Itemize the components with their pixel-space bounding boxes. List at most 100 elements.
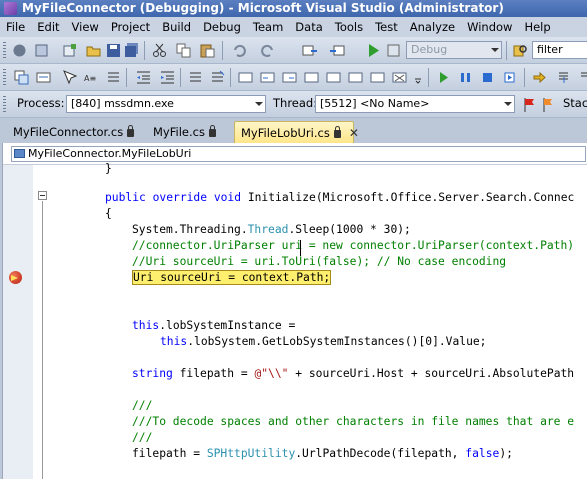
menu-team[interactable]: Team	[247, 17, 289, 37]
next-bookmark-document-icon[interactable]	[370, 70, 385, 85]
show-list-icon[interactable]	[106, 70, 121, 85]
code-editor[interactable]: MyFileConnector.MyFileLobUri } public ov…	[2, 143, 587, 479]
navigate-back-icon[interactable]	[12, 43, 27, 58]
show-next-statement-icon[interactable]	[532, 70, 547, 85]
lock-icon	[208, 125, 216, 137]
close-icon[interactable]: ✕	[349, 122, 359, 144]
class-icon	[14, 149, 25, 158]
debug-location-toolbar: Process: [840] mssdmn.exe Thread: [5512]…	[0, 91, 587, 118]
navigation-bar: MyFileConnector.MyFileLobUri	[3, 143, 587, 165]
previous-bookmark-icon[interactable]	[260, 70, 275, 85]
save-all-icon[interactable]	[124, 43, 139, 58]
paste-icon[interactable]	[200, 43, 215, 58]
attach-icon[interactable]	[386, 43, 401, 58]
menu-data[interactable]: Data	[289, 17, 328, 37]
current-statement: Uri sourceUri = context.Path;	[132, 270, 332, 285]
code-line: this.lobSystem.GetLobSystemInstances()[0…	[160, 335, 487, 348]
collapse-outline-icon[interactable]	[38, 191, 47, 200]
current-statement-arrow-icon	[11, 275, 18, 281]
toolbar-separator	[524, 68, 525, 87]
process-label: Process:	[17, 96, 65, 110]
code-line: string filepath = @"\\" + sourceUri.Host…	[132, 367, 575, 380]
document-tab-strip: MyFileConnector.cs MyFile.cs MyFileLobUr…	[0, 118, 587, 143]
show-flagged-threads-icon[interactable]	[541, 97, 556, 112]
menu-debug[interactable]: Debug	[197, 17, 247, 37]
code-line: ///To decode spaces and other characters…	[132, 415, 575, 428]
toolbar-grip[interactable]	[3, 69, 6, 86]
continue-icon[interactable]	[436, 70, 451, 85]
quick-info-icon[interactable]	[62, 70, 78, 85]
redo-icon[interactable]	[260, 43, 275, 58]
navigate-forward-icon[interactable]	[330, 43, 345, 58]
previous-bookmark-document-icon[interactable]	[348, 70, 363, 85]
lock-icon	[127, 125, 135, 137]
previous-bookmark-folder-icon[interactable]	[304, 70, 319, 85]
copy-icon[interactable]	[176, 43, 191, 58]
menu-file[interactable]: File	[0, 17, 31, 37]
process-select[interactable]: [840] mssdmn.exe	[66, 95, 266, 113]
start-debugging-icon[interactable]	[366, 43, 381, 58]
menu-project[interactable]: Project	[105, 17, 156, 37]
tab-myfileconnector[interactable]: MyFileConnector.cs	[0, 121, 140, 143]
menu-test[interactable]: Test	[369, 17, 404, 37]
visual-studio-icon	[4, 2, 17, 15]
menu-build[interactable]: Build	[156, 17, 197, 37]
display-object-members-icon[interactable]	[14, 70, 29, 85]
toolbar-overflow-icon[interactable]	[414, 70, 422, 85]
toolbar-separator	[506, 41, 507, 60]
undo-icon[interactable]	[232, 43, 247, 58]
comment-lines-icon[interactable]	[188, 70, 203, 85]
increase-indent-icon[interactable]	[160, 70, 175, 85]
menu-analyze[interactable]: Analyze	[404, 17, 461, 37]
menu-bar: File Edit View Project Build Debug Team Data Too…	[0, 17, 587, 37]
editor-debug-toolbar: A≡	[0, 64, 587, 91]
outline-line	[42, 201, 43, 479]
stop-debugging-icon[interactable]	[480, 70, 495, 85]
toolbar-grip[interactable]	[3, 96, 6, 113]
navigate-backward-icon[interactable]	[302, 43, 317, 58]
save-icon[interactable]	[106, 43, 121, 58]
find-in-files-icon[interactable]	[513, 43, 528, 58]
menu-window[interactable]: Window	[461, 17, 518, 37]
types-dropdown[interactable]: MyFileConnector.MyFileLobUri	[11, 146, 586, 162]
window-title: MyFileConnector (Debugging) - Microsoft …	[22, 1, 504, 15]
open-file-icon[interactable]	[86, 43, 101, 58]
add-item-icon[interactable]	[62, 43, 77, 58]
flag-threads-icon[interactable]	[522, 97, 537, 112]
window-title-bar: MyFileConnector (Debugging) - Microsoft …	[0, 0, 587, 17]
solution-configuration-select[interactable]: Debug	[406, 41, 502, 59]
toolbar-separator	[144, 41, 145, 60]
tab-myfile[interactable]: MyFile.cs	[140, 121, 232, 143]
restart-icon[interactable]	[502, 70, 517, 85]
thread-label: Thread:	[273, 96, 318, 110]
code-line: filepath = SPHttpUtility.UrlPathDecode(f…	[132, 447, 513, 460]
step-over-icon[interactable]	[578, 70, 587, 85]
complete-word-icon[interactable]: A≡	[84, 70, 99, 85]
code-line: //connector.UriParser uri = new connecto…	[132, 239, 575, 252]
bookmark-icon[interactable]	[238, 70, 253, 85]
indicator-margin[interactable]	[3, 165, 33, 479]
next-bookmark-folder-icon[interactable]	[326, 70, 341, 85]
code-line: //Uri sourceUri = uri.ToUri(false); // N…	[132, 255, 507, 268]
uncomment-lines-icon[interactable]	[210, 70, 225, 85]
code-line: this.lobSystemInstance =	[132, 319, 296, 332]
code-line: System.Threading.Thread.Sleep(1000 * 30)…	[132, 223, 411, 236]
code-line: {	[105, 207, 112, 220]
decrease-indent-icon[interactable]	[136, 70, 151, 85]
find-combo[interactable]: filter	[532, 41, 587, 59]
cut-icon[interactable]	[152, 43, 167, 58]
menu-edit[interactable]: Edit	[31, 17, 65, 37]
step-into-icon[interactable]	[556, 70, 571, 85]
tab-label: MyFile.cs	[153, 125, 205, 139]
parameter-info-icon[interactable]	[36, 70, 51, 85]
menu-tools[interactable]: Tools	[329, 17, 369, 37]
menu-help[interactable]: Help	[518, 17, 556, 37]
menu-view[interactable]: View	[66, 17, 105, 37]
tab-myfilelouri[interactable]: MyFileLobUri.cs ✕	[234, 121, 359, 143]
next-bookmark-icon[interactable]	[282, 70, 297, 85]
clear-bookmarks-icon[interactable]	[392, 70, 407, 85]
thread-select[interactable]: [5512] <No Name>	[315, 95, 515, 113]
toolbar-grip[interactable]	[3, 42, 6, 59]
new-project-icon[interactable]	[34, 43, 49, 58]
break-all-icon[interactable]	[458, 70, 473, 85]
